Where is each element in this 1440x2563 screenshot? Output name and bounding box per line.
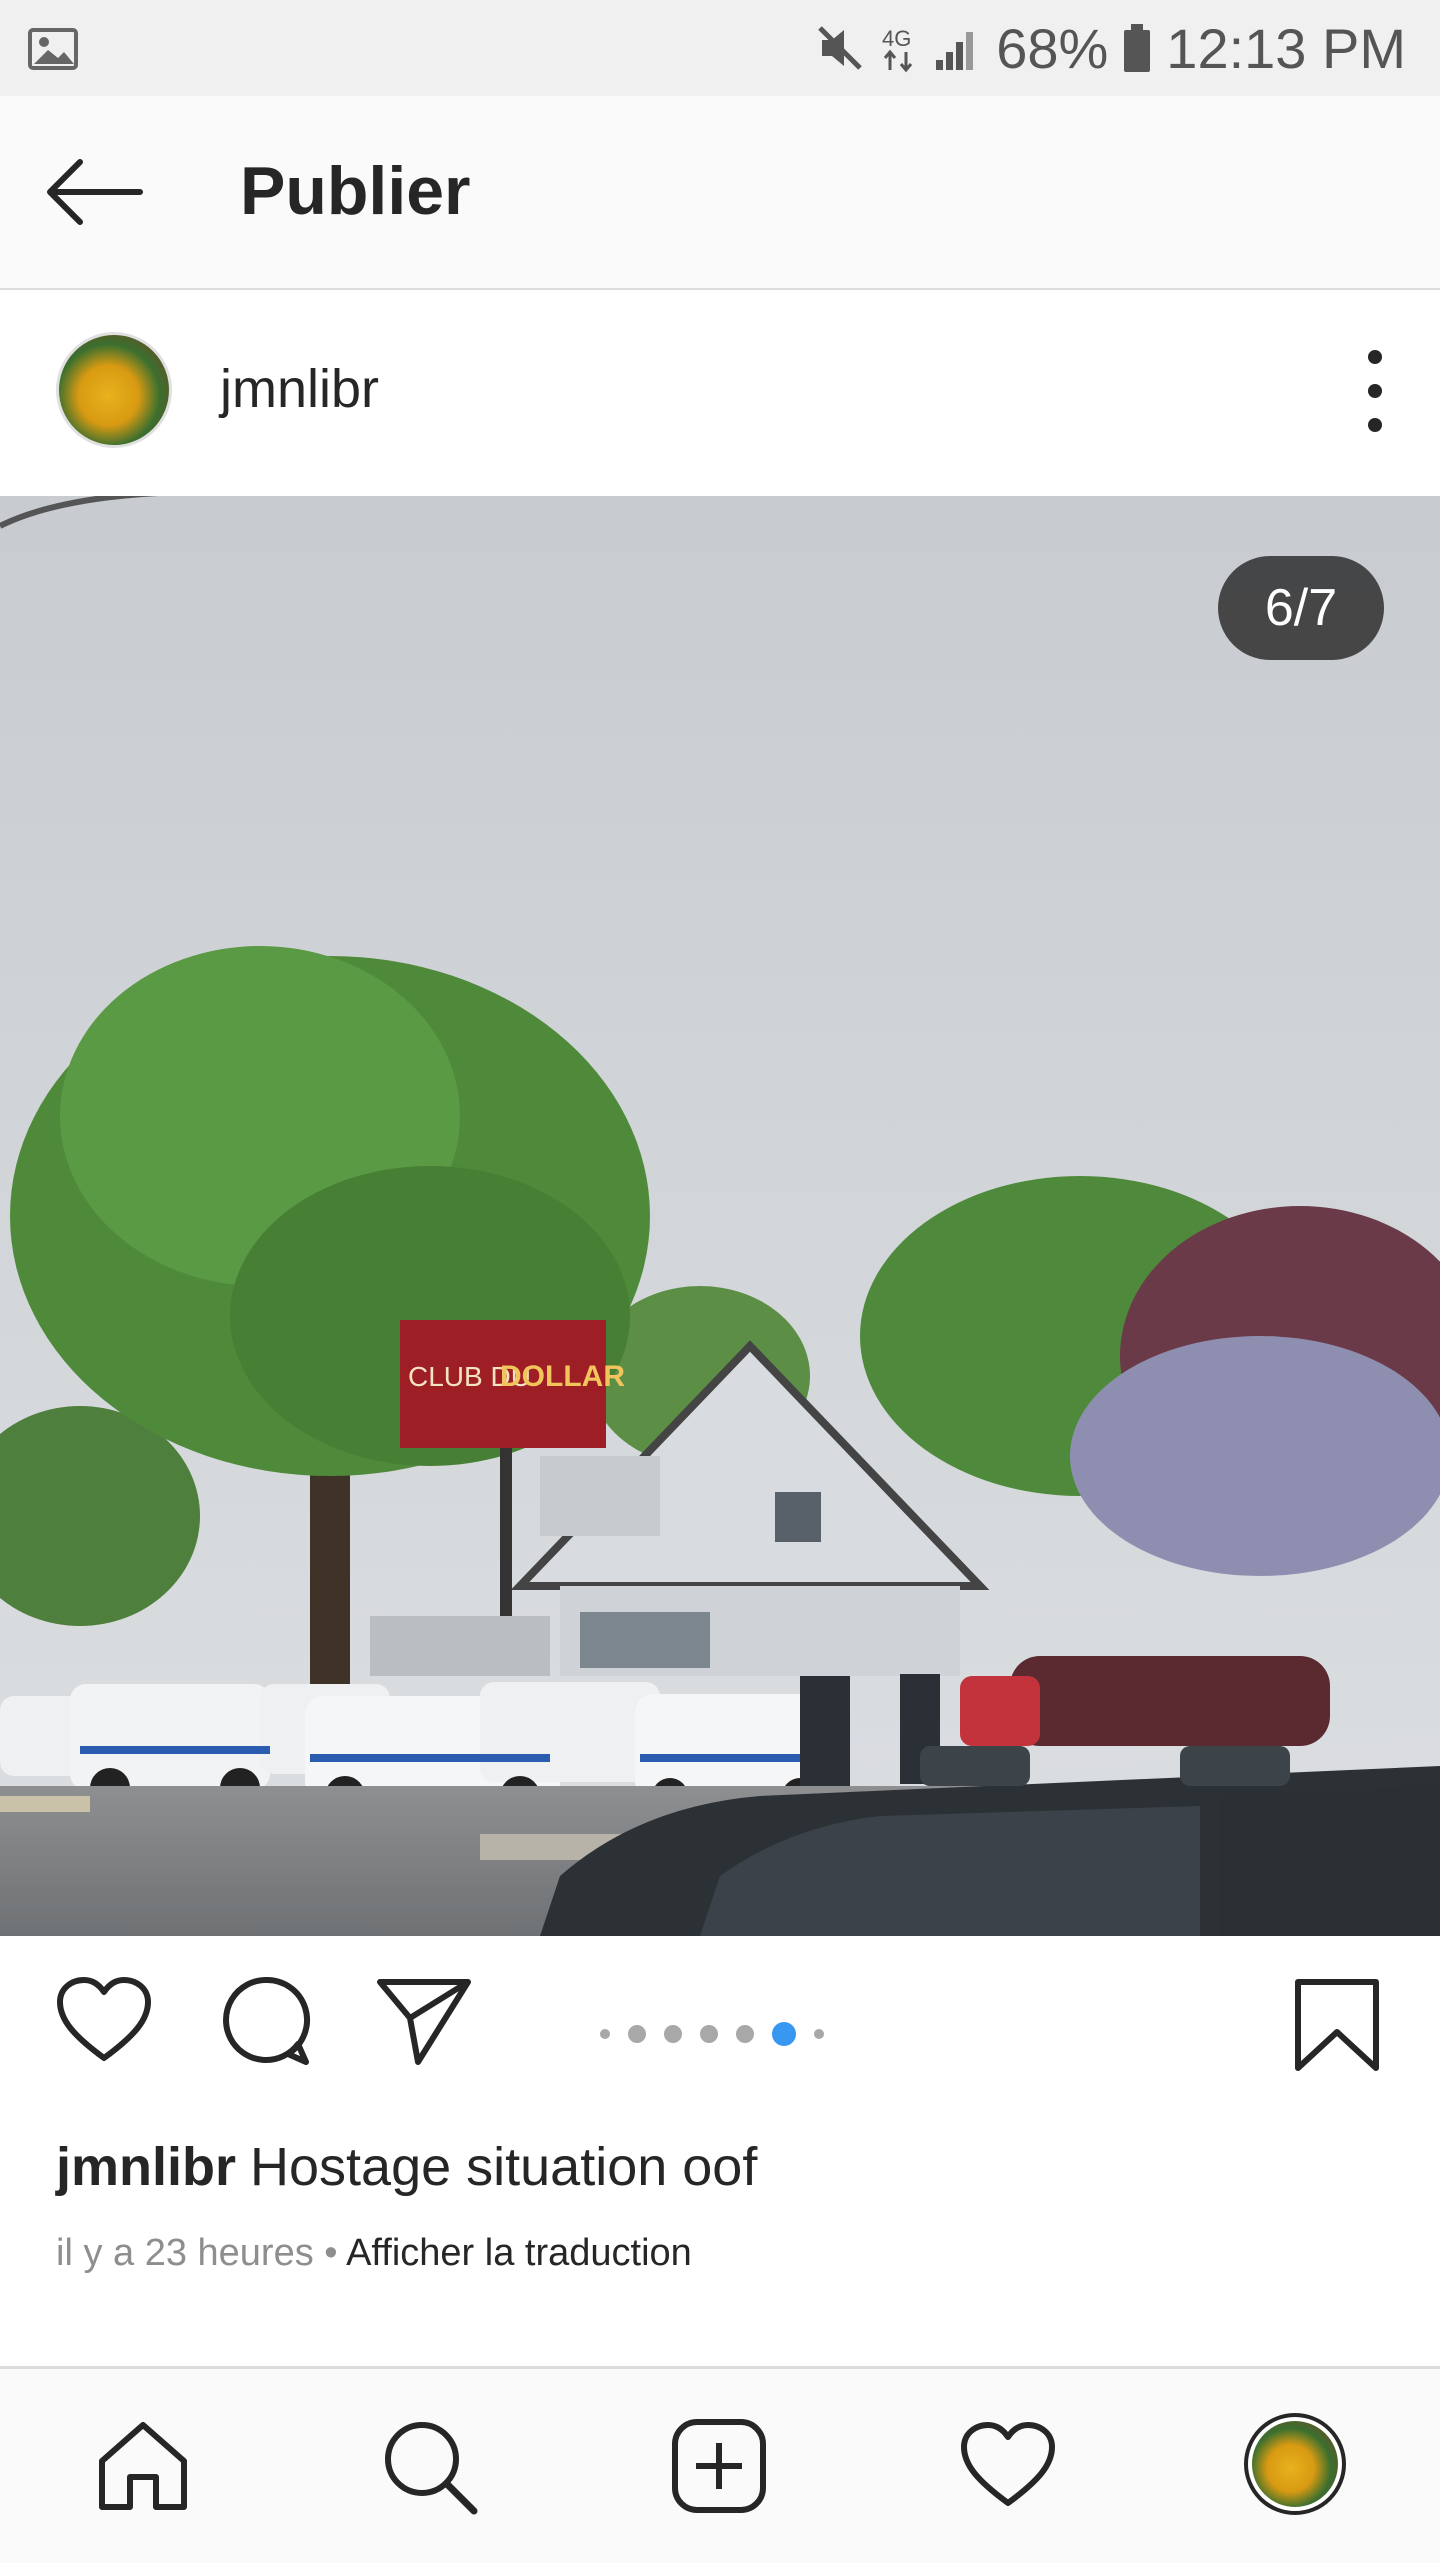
translate-link[interactable]: Afficher la traduction: [346, 2232, 692, 2274]
status-right: 4G 68% 12:13 PM: [814, 0, 1406, 96]
gallery-icon: [28, 28, 78, 70]
profile-avatar[interactable]: [1244, 2413, 1346, 2515]
bookmark-icon[interactable]: [1292, 1976, 1382, 2074]
home-icon[interactable]: [94, 2417, 192, 2515]
post-username[interactable]: jmnlibr: [220, 358, 379, 420]
bottom-nav: [0, 2366, 1440, 2563]
post-meta: il y a 23 heures • Afficher la traductio…: [56, 2232, 692, 2275]
carousel-dot: [664, 2025, 682, 2043]
carousel-dot: [814, 2029, 824, 2039]
battery-percent: 68%: [996, 16, 1109, 80]
post-header: jmnlibr: [0, 290, 1440, 496]
sign-line2: DOLLAR: [500, 1360, 625, 1393]
app-bar: Publier: [0, 96, 1440, 291]
comment-icon[interactable]: [218, 1974, 312, 2068]
post-timestamp: il y a 23 heures: [56, 2232, 314, 2274]
status-bar: 4G 68% 12:13 PM: [0, 0, 1440, 96]
meta-separator: •: [324, 2232, 338, 2274]
svg-text:4G: 4G: [882, 26, 911, 51]
post-photo[interactable]: CLUB DU DOLLAR: [0, 496, 1440, 1936]
network-type-icon: 4G: [882, 26, 913, 73]
carousel-dot: [700, 2025, 718, 2043]
post-caption: jmnlibr Hostage situation oof: [56, 2136, 757, 2198]
carousel-dot: [736, 2025, 754, 2043]
photo-scene: CLUB DU DOLLAR: [0, 496, 1440, 1936]
search-icon[interactable]: [380, 2417, 480, 2517]
more-vertical-icon[interactable]: [1360, 350, 1390, 432]
image-counter: 6/7: [1218, 556, 1384, 660]
page-title: Publier: [240, 153, 471, 229]
add-post-icon[interactable]: [670, 2417, 768, 2515]
carousel-indicator: [600, 2022, 824, 2046]
clock: 12:13 PM: [1166, 16, 1406, 80]
carousel-dot: [628, 2025, 646, 2043]
battery-icon: [1124, 24, 1151, 72]
activity-heart-icon[interactable]: [958, 2419, 1058, 2511]
send-icon[interactable]: [374, 1974, 474, 2068]
signal-icon: [936, 32, 974, 70]
post-actions: [0, 1936, 1440, 2116]
heart-icon[interactable]: [54, 1974, 154, 2066]
arrow-left-icon[interactable]: [44, 154, 144, 230]
user-avatar[interactable]: [56, 332, 172, 448]
carousel-dot-active: [772, 2022, 796, 2046]
carousel-dot: [600, 2029, 610, 2039]
caption-text: Hostage situation oof: [250, 2137, 758, 2197]
mute-icon: [818, 26, 862, 70]
caption-username[interactable]: jmnlibr: [56, 2137, 236, 2197]
